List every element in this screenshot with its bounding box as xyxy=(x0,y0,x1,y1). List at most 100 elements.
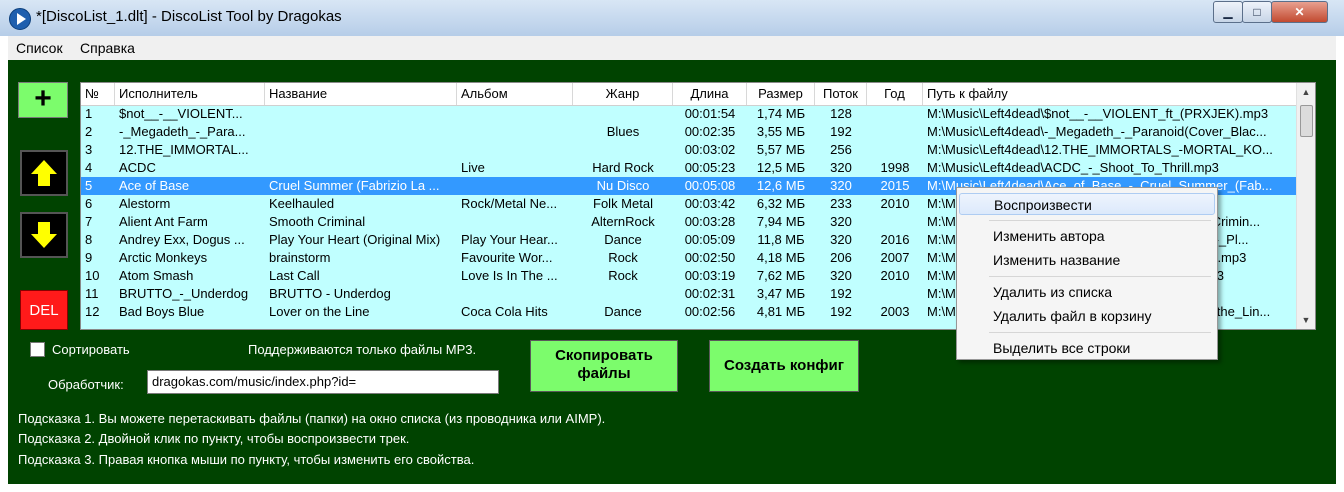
table-cell: Cruel Summer (Fabrizio La ... xyxy=(269,178,440,193)
context-separator xyxy=(989,276,1211,277)
add-button[interactable]: + xyxy=(18,82,68,118)
delete-label: DEL xyxy=(29,302,59,319)
table-cell: -_Megadeth_-_Para... xyxy=(119,124,246,139)
table-cell xyxy=(867,123,923,141)
context-separator xyxy=(989,332,1211,333)
hint-1: Подсказка 1. Вы можете перетаскивать фай… xyxy=(18,411,606,426)
table-cell: 00:05:23 xyxy=(684,160,736,175)
table-cell: Rock xyxy=(608,268,638,283)
table-cell xyxy=(457,213,573,231)
context-delete-to-trash[interactable]: Удалить файл в корзину xyxy=(959,305,1215,327)
table-cell: Bad Boys Blue xyxy=(119,304,205,319)
delete-button[interactable]: DEL xyxy=(20,290,68,330)
column-header[interactable]: Исполнитель xyxy=(115,83,265,105)
table-cell: 2003 xyxy=(880,304,910,319)
table-cell xyxy=(265,105,457,123)
column-header[interactable]: Альбом xyxy=(457,83,573,105)
context-edit-artist[interactable]: Изменить автора xyxy=(959,225,1215,247)
column-header[interactable]: Путь к файлу xyxy=(923,83,1297,105)
context-remove-from-list[interactable]: Удалить из списка xyxy=(959,281,1215,303)
table-cell: 4,18 МБ xyxy=(756,250,806,265)
scroll-thumb[interactable] xyxy=(1300,105,1313,137)
table-cell: 192 xyxy=(830,286,852,301)
minimize-button[interactable]: ▁ xyxy=(1213,1,1243,23)
maximize-button[interactable]: □ xyxy=(1242,1,1272,23)
table-cell: 320 xyxy=(830,232,852,247)
scroll-up-icon[interactable]: ▲ xyxy=(1297,83,1315,101)
table-cell: 2007 xyxy=(880,250,910,265)
table-cell: 00:02:56 xyxy=(684,304,736,319)
menu-help[interactable]: Справка xyxy=(80,40,135,56)
table-row[interactable]: 4 ACDC Live Hard Rock 00:05:23 12,5 МБ 320 1998… xyxy=(81,159,1297,177)
column-header[interactable]: Жанр xyxy=(573,83,673,105)
table-cell: 00:03:28 xyxy=(684,214,736,229)
table-row[interactable]: 3 12.THE_IMMORTAL... 00:03:02 5,57 МБ 256 M:\… xyxy=(81,141,1297,159)
table-cell: 12 xyxy=(85,304,100,319)
table-cell: Live xyxy=(461,160,485,175)
vertical-scrollbar[interactable]: ▲ ▼ xyxy=(1296,83,1315,329)
column-header[interactable]: Размер xyxy=(747,83,815,105)
handler-input[interactable]: dragokas.com/music/index.php?id= xyxy=(147,370,499,394)
column-header[interactable]: Год xyxy=(867,83,923,105)
sort-checkbox[interactable] xyxy=(30,342,45,357)
table-cell: Play Your Heart (Original Mix) xyxy=(269,232,441,247)
table-cell: Keelhauled xyxy=(269,196,335,211)
table-cell: M:\Music\Left4dead\-_Megadeth_-_Paranoid… xyxy=(927,124,1267,139)
table-row[interactable]: 1 $not__-__VIOLENT... 00:01:54 1,74 МБ 128 M:… xyxy=(81,105,1297,123)
table-cell: Alient Ant Farm xyxy=(119,214,208,229)
column-header[interactable]: № xyxy=(81,83,115,105)
scroll-down-icon[interactable]: ▼ xyxy=(1297,311,1315,329)
context-separator xyxy=(989,220,1211,221)
table-cell: M:\Music\Left4dead\$not__-__VIOLENT_ft_(… xyxy=(927,106,1269,121)
table-cell: M:\Music\Left4dead\ACDC_-_Shoot_To_Thril… xyxy=(927,160,1219,175)
table-cell: $not__-__VIOLENT... xyxy=(119,106,243,121)
menu-list[interactable]: Список xyxy=(16,40,63,56)
table-cell: Nu Disco xyxy=(596,178,650,193)
table-cell: 11 xyxy=(85,286,99,301)
table-cell: 4,81 МБ xyxy=(756,304,806,319)
table-cell: 11,8 МБ xyxy=(757,232,805,247)
table-cell: Ace of Base xyxy=(119,178,190,193)
table-cell: Alestorm xyxy=(119,196,171,211)
context-play[interactable]: Воспроизвести xyxy=(959,193,1215,215)
table-cell: 3,55 МБ xyxy=(756,124,806,139)
table-cell xyxy=(867,285,923,303)
table-cell: Andrey Exx, Dogus ... xyxy=(119,232,245,247)
column-header[interactable]: Длина xyxy=(673,83,747,105)
table-cell: Rock/Metal Ne... xyxy=(461,196,558,211)
table-cell: 5,57 МБ xyxy=(756,142,806,157)
context-select-all[interactable]: Выделить все строки xyxy=(959,337,1215,359)
add-label: + xyxy=(34,82,52,115)
app-window: *[DiscoList_1.dlt] - DiscoList Tool by D… xyxy=(0,0,1344,492)
table-cell: Folk Metal xyxy=(593,196,653,211)
move-up-button[interactable] xyxy=(20,150,68,196)
table-row[interactable]: 2 -_Megadeth_-_Para... Blues 00:02:35 3,55 М… xyxy=(81,123,1297,141)
copy-files-button[interactable]: Скопировать файлы xyxy=(530,340,678,392)
table-cell xyxy=(265,141,457,159)
create-config-button[interactable]: Создать конфиг xyxy=(709,340,859,392)
table-cell: 256 xyxy=(830,142,852,157)
table-cell: 320 xyxy=(830,268,852,283)
move-down-button[interactable] xyxy=(20,212,68,258)
table-cell: 2015 xyxy=(880,178,910,193)
table-cell: 7 xyxy=(85,214,93,229)
context-edit-title[interactable]: Изменить название xyxy=(959,249,1215,271)
hint-3: Подсказка 3. Правая кнопка мыши по пункт… xyxy=(18,452,475,467)
title-bar[interactable]: *[DiscoList_1.dlt] - DiscoList Tool by D… xyxy=(0,0,1344,36)
table-cell: 1998 xyxy=(880,160,910,175)
table-cell: 320 xyxy=(830,178,852,193)
table-cell xyxy=(867,105,923,123)
table-cell: 8 xyxy=(85,232,93,247)
close-button[interactable]: ✕ xyxy=(1271,1,1328,23)
column-header[interactable]: Название xyxy=(265,83,457,105)
table-cell: 5 xyxy=(85,178,93,193)
table-cell xyxy=(265,159,457,177)
column-header[interactable]: Поток xyxy=(815,83,867,105)
copy-files-label-line1: Скопировать xyxy=(555,347,653,364)
table-cell: Favourite Wor... xyxy=(461,250,553,265)
context-menu: Воспроизвести Изменить автора Изменить н… xyxy=(956,187,1218,360)
table-cell: 1 xyxy=(85,106,93,121)
table-cell xyxy=(457,177,573,195)
sort-label: Сортировать xyxy=(52,342,130,357)
table-cell: 128 xyxy=(830,106,852,121)
